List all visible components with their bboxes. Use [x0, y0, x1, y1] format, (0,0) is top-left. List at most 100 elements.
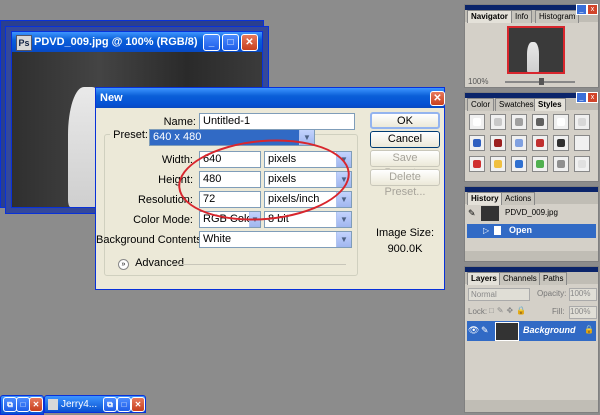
background-contents-select[interactable]: White ▼ [199, 231, 352, 248]
history-snapshot-row[interactable]: ✎ PDVD_009.jpg [467, 206, 596, 222]
history-step-row[interactable]: ▷ Open [467, 224, 596, 238]
style-swatch[interactable] [511, 156, 527, 172]
style-swatch-fill [473, 139, 481, 147]
style-swatch[interactable] [469, 135, 485, 151]
snapshot-thumbnail [481, 206, 499, 221]
maximize-button[interactable]: □ [222, 34, 239, 51]
panel-minimize-icon[interactable]: _ [576, 4, 587, 15]
advanced-divider [172, 264, 346, 265]
style-swatch-fill [557, 139, 565, 147]
snapshot-name: PDVD_009.jpg [505, 208, 558, 217]
style-swatch-fill [515, 118, 523, 126]
history-state-icon: ▷ [483, 226, 490, 235]
style-swatch[interactable] [511, 114, 527, 130]
tab-actions[interactable]: Actions [501, 192, 536, 205]
lock-label: Lock: [468, 307, 488, 316]
tab-channels[interactable]: Channels [499, 272, 541, 285]
opacity-input[interactable]: 100% [569, 288, 597, 301]
preset-value: 640 x 480 [153, 131, 202, 143]
style-swatch-fill [536, 139, 544, 147]
dialog-titlebar[interactable]: New [96, 88, 444, 108]
image-size-label: Image Size: [375, 227, 435, 239]
restore-button[interactable]: ⧉ [3, 397, 17, 412]
background-contents-value: White [203, 233, 232, 245]
minimized-window-jerry[interactable]: Jerry4... ⧉ □ ✕ [44, 395, 146, 413]
style-swatch[interactable] [469, 156, 485, 172]
dialog-close-button[interactable]: ✕ [430, 91, 445, 106]
style-swatch[interactable] [469, 114, 485, 130]
tab-color[interactable]: Color [467, 98, 495, 111]
style-swatch[interactable] [532, 156, 548, 172]
style-swatch[interactable] [490, 114, 506, 130]
background-contents-label: Background Contents: [96, 234, 205, 246]
tab-histogram[interactable]: Histogram [535, 10, 580, 23]
style-swatch-fill [494, 118, 502, 126]
close-button[interactable]: ✕ [29, 397, 43, 412]
style-swatch-fill [578, 118, 586, 126]
history-panel: History Actions ✎ PDVD_009.jpg ▷ Open [464, 186, 599, 262]
style-swatch[interactable] [574, 156, 590, 172]
tab-layers[interactable]: Layers [467, 272, 501, 285]
maximize-button[interactable]: □ [16, 397, 30, 412]
style-swatch[interactable] [532, 135, 548, 151]
navigator-zoom[interactable]: 100% [468, 77, 488, 86]
cancel-button[interactable]: Cancel [370, 131, 440, 148]
style-swatch[interactable] [574, 114, 590, 130]
style-swatch-fill [536, 160, 544, 168]
zoom-slider-thumb[interactable] [539, 78, 544, 85]
restore-button[interactable]: ⧉ [103, 397, 117, 412]
lock-icons[interactable]: □✎✥🔒 [489, 306, 529, 315]
tab-history[interactable]: History [467, 192, 503, 205]
image-size-value: 900.0K [387, 243, 423, 255]
style-swatch[interactable] [490, 135, 506, 151]
width-label: Width: [161, 154, 193, 166]
tab-navigator[interactable]: Navigator [467, 10, 512, 23]
tab-swatches[interactable]: Swatches [495, 98, 538, 111]
style-swatch[interactable] [532, 114, 548, 130]
style-swatch[interactable] [511, 135, 527, 151]
expand-chevron-icon: » [118, 259, 129, 270]
maximize-button[interactable]: □ [117, 397, 131, 412]
name-input[interactable]: Untitled-1 [199, 113, 355, 130]
styles-panel: Color Swatches Styles _ x [464, 92, 599, 182]
style-swatch-fill [578, 139, 586, 147]
navigator-thumbnail[interactable] [507, 26, 565, 74]
blend-mode-select[interactable]: Normal [468, 288, 530, 301]
panel-close-icon[interactable]: x [587, 4, 598, 15]
navigator-panel: Navigator Info Histogram _ x 100% [464, 4, 599, 88]
save-preset-button[interactable]: Save Preset... [370, 150, 440, 179]
eye-icon[interactable]: 👁 [468, 325, 479, 336]
style-swatch-fill [557, 118, 565, 126]
style-swatch[interactable] [553, 135, 569, 151]
layer-row-background[interactable]: 👁 ✎ Background 🔒 [467, 321, 596, 341]
tab-info[interactable]: Info [511, 10, 533, 23]
style-swatch-fill [536, 118, 544, 126]
close-button[interactable]: ✕ [131, 397, 145, 412]
minimized-window-left[interactable]: ⧉ □ ✕ [0, 395, 44, 415]
opacity-label: Opacity: [537, 289, 567, 298]
panel-minimize-icon[interactable]: _ [576, 92, 587, 103]
fill-label: Fill: [552, 307, 565, 316]
style-swatch[interactable] [490, 156, 506, 172]
delete-preset-button[interactable]: Delete Preset... [370, 169, 440, 198]
thumbnail-figure [527, 42, 539, 72]
color-mode-label: Color Mode: [133, 214, 193, 226]
brush-icon: ✎ [481, 325, 489, 335]
minimize-button[interactable]: _ [203, 34, 220, 51]
ok-button[interactable]: OK [370, 112, 440, 129]
style-swatch-fill [494, 160, 502, 168]
name-label: Name: [163, 116, 196, 128]
style-swatch-fill [494, 139, 502, 147]
tab-styles[interactable]: Styles [534, 98, 566, 111]
style-swatch[interactable] [574, 135, 590, 151]
tab-paths[interactable]: Paths [539, 272, 568, 285]
fill-input[interactable]: 100% [569, 306, 597, 319]
minimized-title: Jerry4... [61, 399, 98, 410]
layers-panel: Layers Channels Paths Normal Opacity: 10… [464, 266, 599, 413]
style-swatch[interactable] [553, 156, 569, 172]
panel-close-icon[interactable]: x [587, 92, 598, 103]
photoshop-doc-icon: Ps [16, 35, 32, 51]
document-icon [494, 226, 501, 235]
style-swatch[interactable] [553, 114, 569, 130]
close-button[interactable]: ✕ [241, 34, 258, 51]
